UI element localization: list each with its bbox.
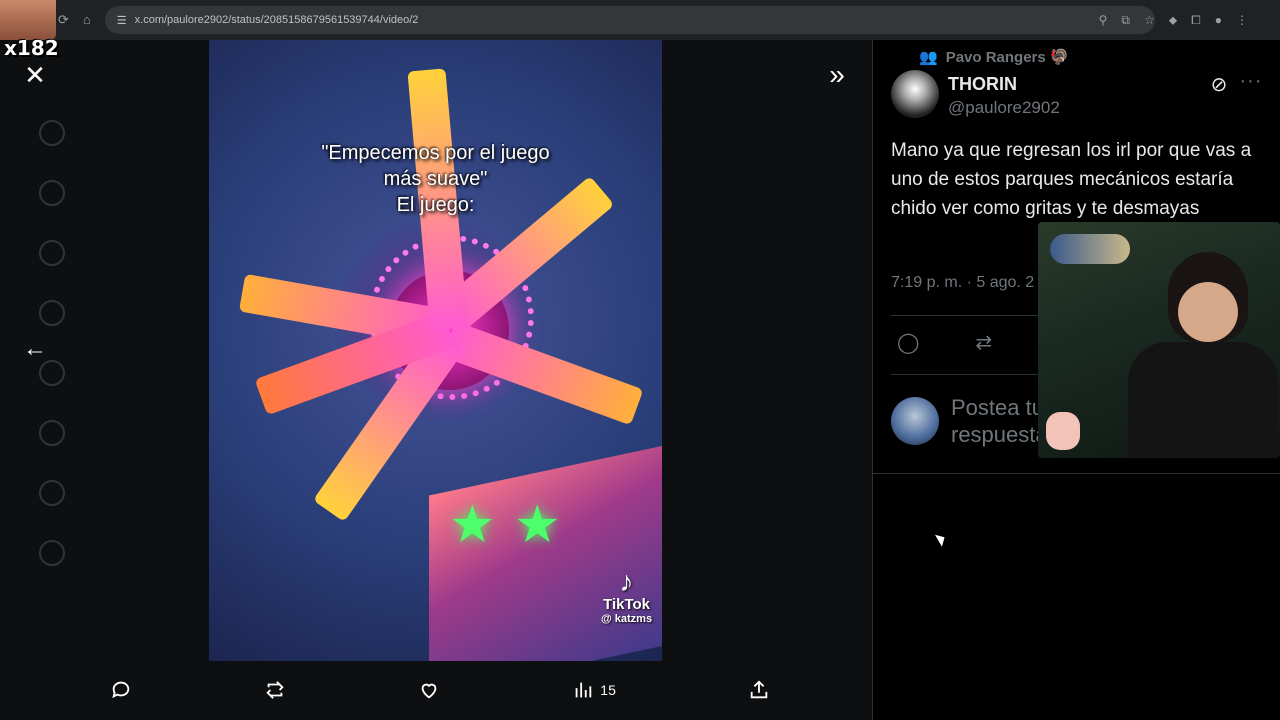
streamer	[1128, 242, 1278, 458]
author-handle[interactable]: @paulore2902	[948, 98, 1060, 118]
reload-icon[interactable]: ⟳	[58, 12, 69, 28]
menu-kebab-icon[interactable]: ⋮	[1236, 13, 1248, 28]
reply-input[interactable]: Postea tu respuesta	[951, 394, 1051, 448]
video-caption: "Empecemos por el juego más suave" El ju…	[321, 142, 550, 216]
repost-icon	[266, 681, 284, 699]
like-button[interactable]	[418, 679, 440, 701]
bookmark-star-icon[interactable]: ☆	[1144, 13, 1155, 28]
repost-icon[interactable]: ⇄	[975, 330, 992, 355]
author-avatar[interactable]	[891, 70, 939, 118]
profile-icon[interactable]: ●	[1215, 13, 1222, 28]
grok-icon[interactable]: ⊘	[1207, 72, 1231, 96]
microphone	[1050, 234, 1130, 264]
reply-button[interactable]	[110, 679, 132, 701]
views-count: 15	[600, 682, 616, 698]
profile-icon	[39, 480, 65, 506]
video-player[interactable]: ★ ★ "Empecemos por el juego más suave" E…	[209, 40, 662, 661]
more-options-icon[interactable]: ···	[1239, 70, 1263, 94]
message-icon	[39, 300, 65, 326]
views-button[interactable]: 15	[572, 679, 616, 701]
streamer-face-image	[0, 0, 56, 40]
search-icon	[39, 180, 65, 206]
views-chart-icon	[575, 682, 592, 698]
tweet-text: Mano ya que regresan los irl por que vas…	[891, 140, 1252, 219]
reply-composer: Postea tu respuesta	[891, 394, 1051, 448]
expand-panel-button[interactable]: »	[820, 58, 854, 92]
browser-nav: ⟳ ⌂	[58, 12, 91, 28]
share-button[interactable]	[748, 679, 770, 701]
extension-icon[interactable]: ⬥	[1169, 13, 1177, 28]
install-icon[interactable]: ⧉	[1121, 13, 1130, 28]
community-icon: 👥	[919, 49, 938, 66]
media-viewer: ✕ » ← ★ ★ "Empecemos por el juego más su…	[0, 40, 872, 720]
previous-media-button[interactable]: ←	[20, 334, 50, 364]
media-action-bar: 15	[110, 672, 770, 708]
home-icon[interactable]: ⌂	[83, 12, 91, 28]
current-user-avatar	[891, 397, 939, 445]
divider	[873, 473, 1280, 474]
share-icon	[750, 680, 768, 699]
star-light: ★	[514, 496, 561, 554]
star-light: ★	[449, 496, 496, 554]
tiktok-watermark: ♪ TikTok @ katzms	[601, 566, 653, 626]
home-icon	[39, 120, 65, 146]
address-bar-actions: ⚲ ⧉ ☆	[1099, 13, 1155, 28]
bell-icon	[39, 240, 65, 266]
streamer-badge: x182	[0, 0, 59, 60]
tweet-timestamp[interactable]: 7:19 p. m. · 5 ago. 2	[891, 274, 1034, 292]
mascot-sticker	[1046, 412, 1080, 450]
tiktok-logo-icon: ♪	[619, 566, 634, 597]
community-name: Pavo Rangers 🦃	[945, 49, 1069, 66]
address-bar[interactable]: ☰ x.com/paulore2902/status/2085158679561…	[104, 6, 1155, 34]
verified-icon	[39, 420, 65, 446]
close-button[interactable]: ✕	[20, 60, 50, 90]
browser-toolbar: ⟳ ⌂ ☰ x.com/paulore2902/status/208515867…	[0, 0, 1280, 40]
heart-icon	[421, 683, 437, 699]
zoom-icon[interactable]: ⚲	[1099, 13, 1108, 28]
browser-extensions: ⬥ ⧠ ● ⋮	[1169, 13, 1248, 28]
more-icon	[39, 540, 65, 566]
streamer-count: x182	[4, 36, 59, 60]
puzzle-icon[interactable]: ⧠	[1191, 13, 1201, 28]
reply-icon	[112, 681, 130, 699]
site-info-icon[interactable]: ☰	[117, 14, 127, 27]
reply-icon[interactable]: ◯	[897, 330, 919, 355]
url-text: x.com/paulore2902/status/208515867956153…	[134, 14, 419, 26]
community-label[interactable]: 👥 Pavo Rangers 🦃	[919, 48, 1069, 66]
tweet-actions: ◯ ⇄	[897, 330, 992, 355]
author-display-name[interactable]: THORIN	[948, 74, 1017, 95]
repost-button[interactable]	[264, 679, 286, 701]
